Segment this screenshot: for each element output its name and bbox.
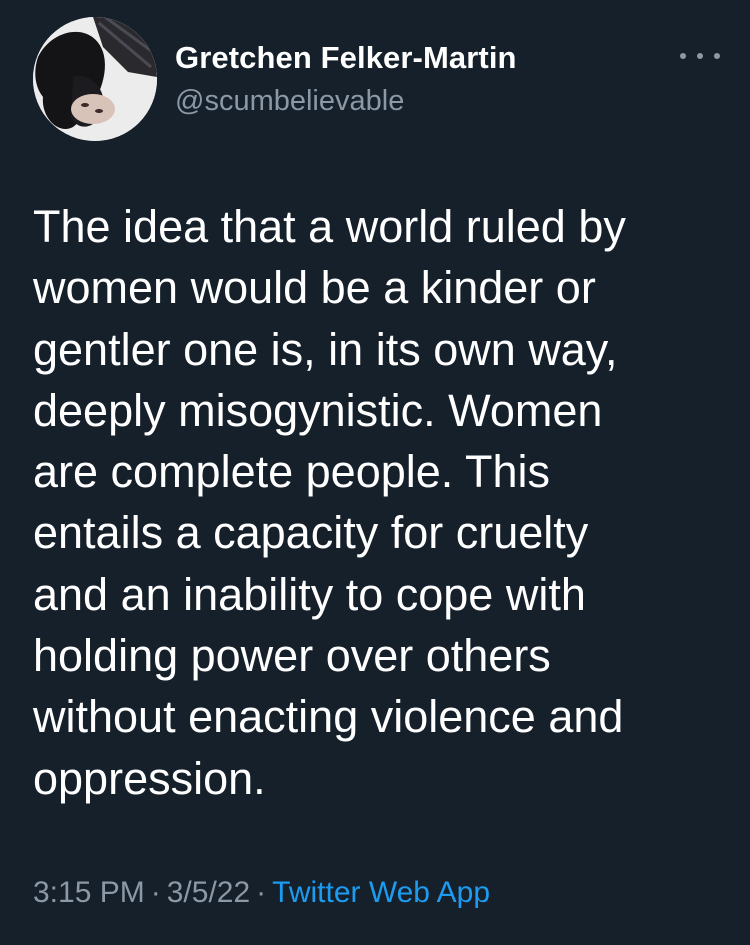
- tweet-text-line: deeply misogynistic. Women: [33, 384, 603, 436]
- more-horizontal-icon[interactable]: [680, 44, 720, 68]
- meta-separator: ·: [150, 876, 161, 909]
- tweet-source-link[interactable]: Twitter Web App: [272, 876, 490, 909]
- more-dot: [714, 53, 720, 59]
- tweet-text-line: oppression.: [33, 752, 266, 804]
- tweet-text-line: entails a capacity for cruelty: [33, 507, 589, 559]
- tweet-meta: 3:15 PM · 3/5/22 · Twitter Web App: [33, 876, 490, 910]
- tweet: Gretchen Felker-Martin @scumbelievable T…: [0, 0, 750, 945]
- tweet-text-line: are complete people. This: [33, 446, 550, 498]
- tweet-text-line: The idea that a world ruled by: [33, 201, 626, 252]
- tweet-date[interactable]: 3/5/22: [167, 876, 250, 909]
- tweet-text-line: without enacting violence and: [33, 691, 624, 743]
- tweet-text-line: gentler one is, in its own way,: [33, 323, 618, 375]
- tweet-text-line: and an inability to cope with: [33, 568, 586, 620]
- tweet-time[interactable]: 3:15 PM: [33, 876, 145, 909]
- more-dot: [697, 53, 703, 59]
- meta-separator: ·: [256, 876, 267, 909]
- tweet-text: The idea that a world ruled by women wou…: [33, 196, 733, 809]
- username-handle[interactable]: @scumbelievable: [175, 85, 404, 118]
- display-name[interactable]: Gretchen Felker-Martin: [175, 40, 517, 76]
- more-dot: [680, 53, 686, 59]
- tweet-text-line: women would be a kinder or: [33, 262, 596, 314]
- avatar[interactable]: [33, 17, 157, 141]
- avatar-image: [33, 17, 157, 141]
- tweet-text-line: holding power over others: [33, 630, 551, 682]
